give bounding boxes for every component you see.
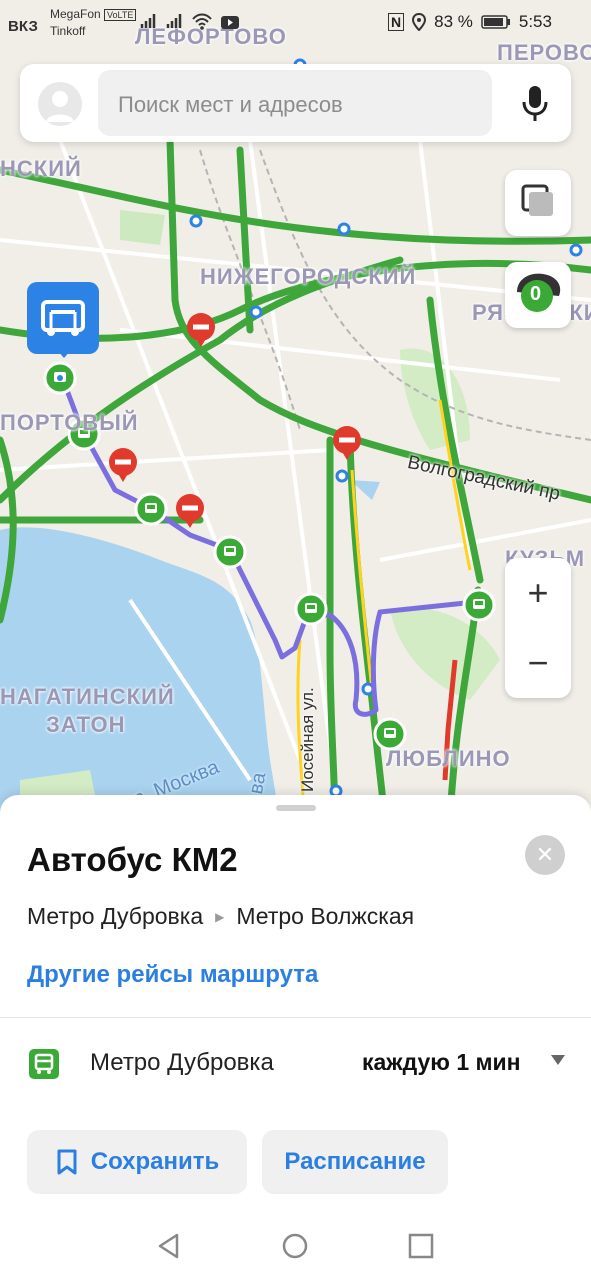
youtube-icon bbox=[221, 16, 239, 29]
status-right: N 83 % 5:53 bbox=[388, 12, 552, 32]
zoom-control: + − bbox=[505, 558, 571, 698]
river-label-2: ва bbox=[245, 770, 271, 796]
battery-percent: 83 % bbox=[434, 12, 473, 31]
recents-icon[interactable] bbox=[407, 1232, 435, 1260]
bus-icon bbox=[41, 300, 85, 336]
district-nagatinsky: НАГАТИНСКИЙ bbox=[0, 684, 175, 709]
bus-vehicle-marker[interactable] bbox=[27, 282, 99, 358]
layers-button[interactable] bbox=[505, 170, 571, 236]
stop-frequency-row[interactable]: Метро Дубровка каждую 1 мин bbox=[0, 1043, 591, 1087]
user-icon bbox=[46, 91, 74, 122]
clock: 5:53 bbox=[518, 12, 552, 31]
bus-stop-icon bbox=[29, 1049, 59, 1079]
volte-badge: VoLTE bbox=[104, 9, 137, 21]
route-title: Автобус КМ2 bbox=[27, 841, 238, 878]
route-from: Метро Дубровка bbox=[27, 903, 204, 929]
schedule-label: Расписание bbox=[284, 1148, 426, 1175]
carrier-app-label: ВКЗ bbox=[8, 18, 38, 35]
search-bar: Поиск мест и адресов bbox=[20, 64, 571, 142]
search-placeholder: Поиск мест и адресов bbox=[118, 92, 343, 117]
district-yuzhnoportovy: ПОРТОВЫЙ bbox=[0, 410, 139, 435]
battery-icon bbox=[481, 15, 510, 29]
search-input[interactable]: Поиск мест и адресов bbox=[98, 70, 492, 136]
location-icon bbox=[412, 13, 427, 31]
avatar[interactable] bbox=[38, 82, 82, 126]
traffic-level: 0 bbox=[530, 283, 542, 305]
street-kosseynaya: Иосейная ул. bbox=[298, 687, 317, 792]
signal-icon bbox=[140, 14, 156, 28]
district-lyublino: ЛЮБЛИНО bbox=[386, 746, 511, 771]
divider bbox=[0, 1017, 591, 1018]
screen: ЛЕФОРТОВО ПЕРОВО НСКИЙ НИЖЕГОРОДСКИЙ РЯЗ… bbox=[0, 0, 591, 1280]
bookmark-icon bbox=[57, 1149, 77, 1175]
district-nizhegorodsky: НИЖЕГОРОДСКИЙ bbox=[200, 264, 417, 289]
zoom-in-button[interactable]: + bbox=[505, 558, 571, 628]
route-info-sheet: Автобус КМ2 ✕ Метро Дубровка ▶ Метро Вол… bbox=[0, 795, 591, 1280]
route-endpoints: Метро Дубровка ▶ Метро Волжская bbox=[27, 903, 414, 930]
nfc-icon: N bbox=[388, 13, 405, 31]
status-bar: ВКЗ MegaFon VoLTE Tinkoff N 83 % 5:53 bbox=[0, 0, 591, 44]
network-secondary: Tinkoff bbox=[50, 24, 86, 38]
system-nav-bar bbox=[0, 1210, 591, 1280]
district-zaton: ЗАТОН bbox=[46, 712, 126, 737]
save-label: Сохранить bbox=[90, 1148, 220, 1175]
save-button[interactable]: Сохранить bbox=[27, 1130, 247, 1194]
chevron-down-icon[interactable] bbox=[551, 1055, 565, 1065]
home-icon[interactable] bbox=[281, 1232, 309, 1260]
wifi-icon bbox=[192, 13, 212, 30]
signal-icons bbox=[140, 12, 240, 30]
zoom-out-button[interactable]: − bbox=[505, 628, 571, 698]
network-names: MegaFon VoLTE Tinkoff bbox=[50, 6, 137, 39]
district-partial-top: НСКИЙ bbox=[0, 156, 82, 181]
microphone-icon[interactable] bbox=[521, 84, 549, 122]
other-trips-link[interactable]: Другие рейсы маршрута bbox=[27, 961, 318, 989]
layers-icon bbox=[521, 184, 553, 216]
route-to: Метро Волжская bbox=[236, 903, 415, 929]
close-button[interactable]: ✕ bbox=[525, 835, 565, 875]
frequency-value: каждую 1 мин bbox=[362, 1049, 521, 1075]
traffic-button[interactable]: 0 bbox=[505, 262, 571, 328]
signal-icon-2 bbox=[166, 14, 182, 28]
sheet-grabber[interactable] bbox=[276, 805, 316, 811]
schedule-button[interactable]: Расписание bbox=[262, 1130, 448, 1194]
stop-name: Метро Дубровка bbox=[90, 1049, 274, 1076]
back-icon[interactable] bbox=[155, 1232, 183, 1260]
route-arrow-icon: ▶ bbox=[215, 909, 225, 924]
network-primary: MegaFon bbox=[50, 7, 101, 21]
